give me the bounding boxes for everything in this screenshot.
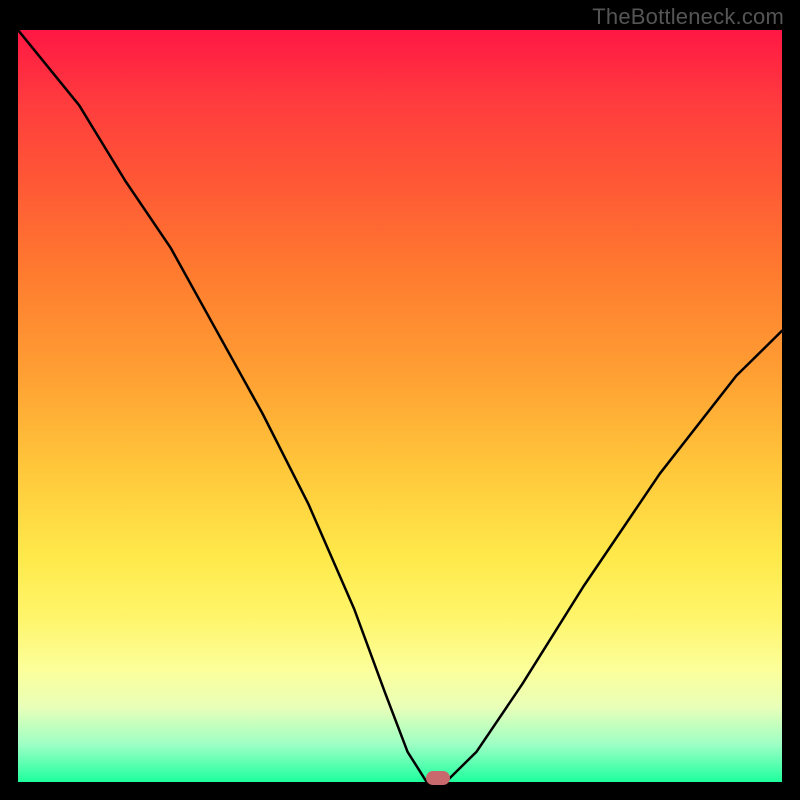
- plot-area: [18, 30, 782, 782]
- watermark-text: TheBottleneck.com: [592, 4, 784, 30]
- bottleneck-curve: [18, 30, 782, 782]
- optimum-marker: [426, 771, 450, 785]
- chart-frame: TheBottleneck.com: [0, 0, 800, 800]
